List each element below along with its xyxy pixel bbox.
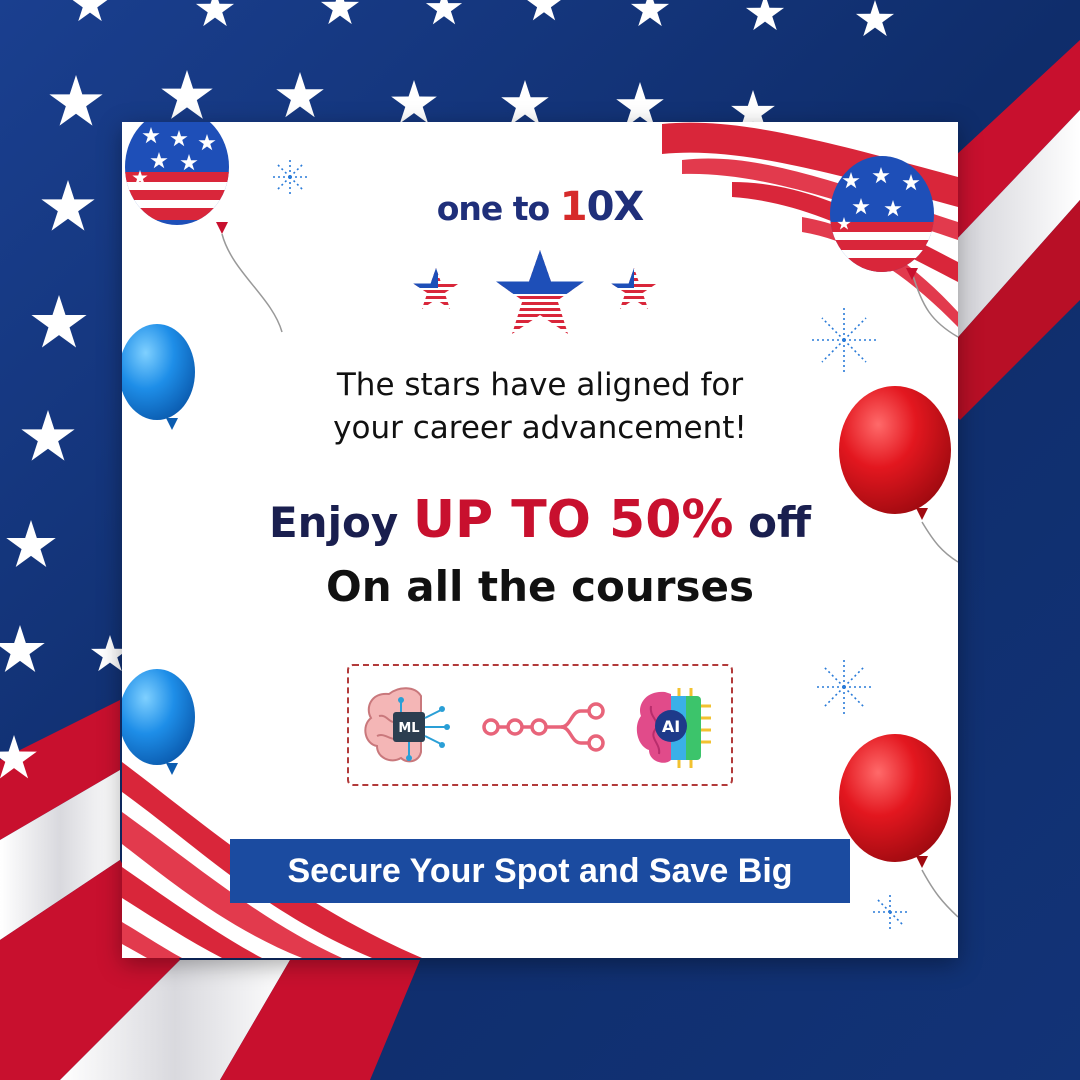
workflow-nodes-icon bbox=[482, 702, 605, 752]
course-icons-box: ML AI bbox=[347, 664, 733, 786]
firework-right-middle bbox=[814, 657, 874, 717]
course-icons: ML AI bbox=[364, 687, 711, 768]
offer-headline: Enjoy UP TO 50% off bbox=[122, 490, 958, 550]
ai-label: AI bbox=[662, 717, 680, 736]
brand-prefix: one to bbox=[436, 189, 560, 228]
offer-suffix: off bbox=[733, 498, 812, 547]
flag-stars-row bbox=[413, 250, 657, 334]
flag-star-center-icon bbox=[496, 250, 584, 334]
ml-label: ML bbox=[398, 721, 419, 736]
offer-subline: On all the courses bbox=[326, 562, 754, 611]
brand-ten-zero: 0 bbox=[586, 184, 615, 230]
tagline-line-2: your career advancement! bbox=[333, 410, 747, 446]
offer-prefix: Enjoy bbox=[268, 498, 413, 547]
secure-spot-button[interactable]: Secure Your Spot and Save Big bbox=[230, 839, 850, 903]
flag-balloon-right bbox=[830, 156, 958, 338]
red-balloon-lower bbox=[839, 734, 958, 918]
firework-right-upper bbox=[812, 308, 876, 372]
brand-logo: one to 10X bbox=[122, 184, 958, 230]
promo-card: one to 10X The stars have aligned for yo bbox=[122, 122, 958, 958]
brand-suffix: X bbox=[613, 184, 644, 230]
brand-ten-one: 1 bbox=[559, 184, 588, 230]
discount-highlight: UP TO 50% bbox=[412, 490, 734, 550]
ai-brain-chip-icon: AI bbox=[636, 688, 711, 768]
blue-balloon-lower bbox=[122, 669, 195, 775]
ml-brain-icon: ML bbox=[364, 687, 450, 763]
flag-star-right-icon bbox=[611, 268, 657, 309]
flag-star-left-icon bbox=[413, 268, 459, 309]
tagline-line-1: The stars have aligned for bbox=[336, 367, 744, 403]
tagline: The stars have aligned for your career a… bbox=[122, 364, 958, 450]
firework-bottom-right bbox=[872, 894, 908, 930]
